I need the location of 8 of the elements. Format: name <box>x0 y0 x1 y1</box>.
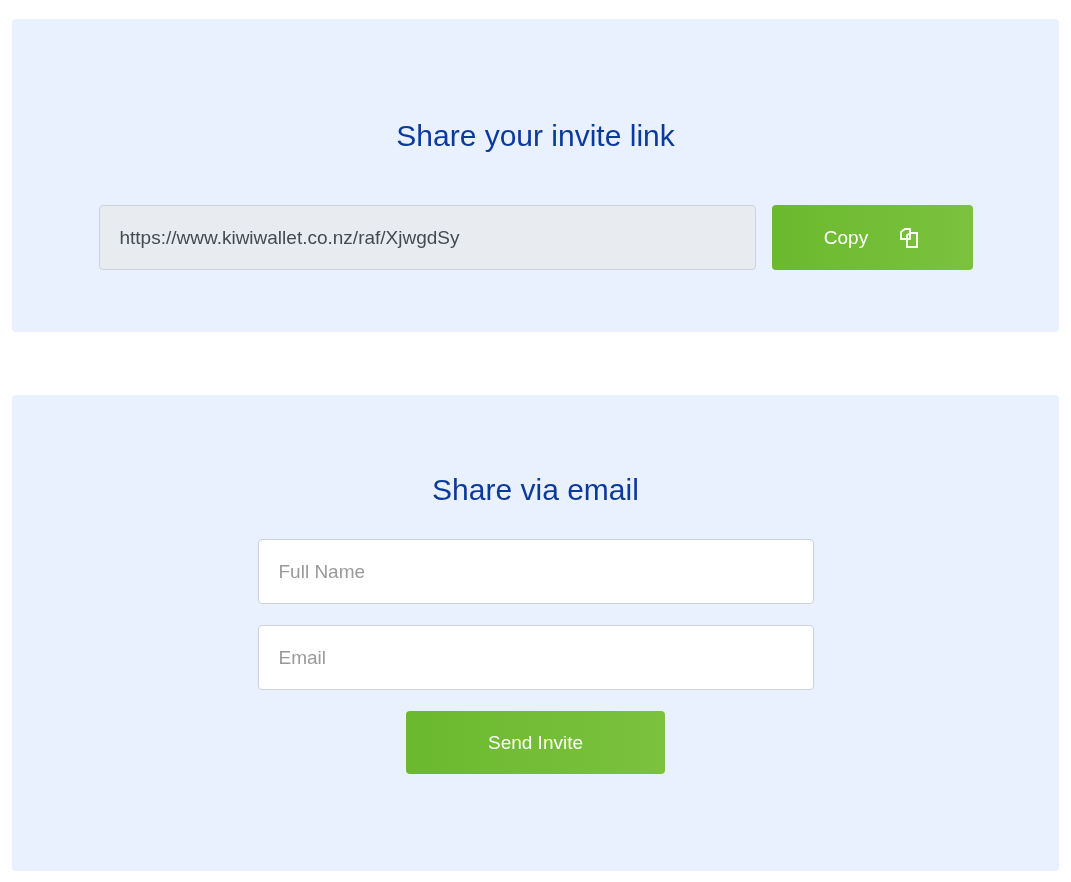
copy-button[interactable]: Copy <box>771 205 973 270</box>
copy-icon <box>898 226 921 249</box>
card-title: Share via email <box>432 472 639 508</box>
card-title: Share your invite link <box>396 118 675 154</box>
input-field[interactable]: Email <box>257 625 814 690</box>
send-invite-button[interactable]: Send Invite <box>406 711 665 774</box>
invite-link-field[interactable]: https://www.kiwiwallet.co.nz/raf/XjwgdSy <box>98 205 756 270</box>
input-field[interactable]: Full Name <box>257 539 814 604</box>
